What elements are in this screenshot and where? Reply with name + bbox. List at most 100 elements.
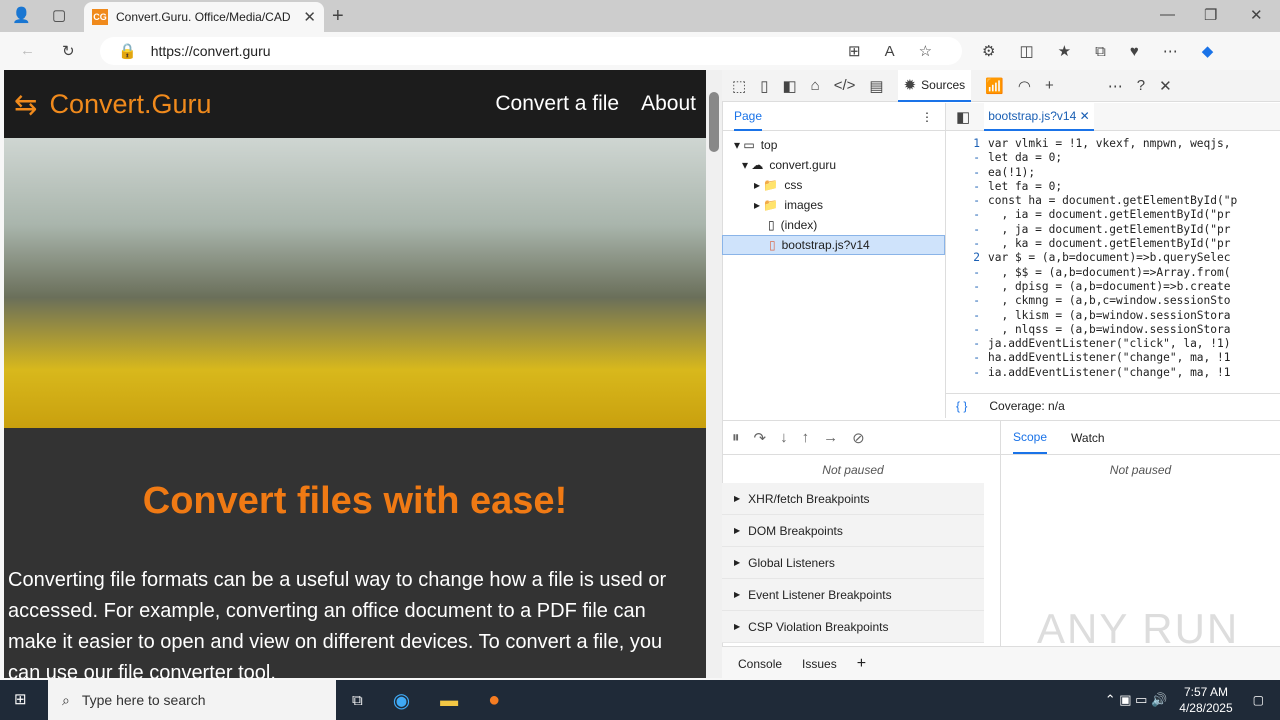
deactivate-breakpoints-icon[interactable]: ⊘ [852, 429, 865, 447]
page-scrollbar[interactable] [706, 70, 722, 678]
nav-convert[interactable]: Convert a file [495, 92, 619, 116]
step-icon[interactable]: → [823, 429, 838, 446]
welcome-icon[interactable]: ⌂ [811, 77, 820, 94]
pretty-print-icon[interactable]: { } [956, 399, 967, 413]
toggle-navigator-icon[interactable]: ◧ [956, 108, 970, 126]
device-icon[interactable]: ▯ [760, 77, 768, 95]
extensions-icon[interactable]: ⚙ [982, 42, 995, 60]
close-tab-icon[interactable]: ✕ [303, 8, 316, 26]
code-line: - , $$ = (a,b=document)=>Array.from( [946, 266, 1280, 280]
breakpoint-section[interactable]: ▶ CSP Violation Breakpoints [722, 611, 984, 643]
coverage-status: Coverage: n/a [989, 399, 1065, 413]
tab-strip: 👤 ▢ CG Convert.Guru. Office/Media/CAD ✕ … [0, 0, 1280, 32]
code-line: 2 var $ = (a,b=document)=>b.querySelec [946, 251, 1280, 265]
step-out-icon[interactable]: ↑ [802, 429, 810, 446]
file-explorer-icon[interactable]: ▬ [440, 690, 458, 711]
tree-css[interactable]: ▸ 📁 css [722, 175, 945, 195]
breakpoint-section[interactable]: ▶ Global Listeners [722, 547, 984, 579]
tree-index[interactable]: ▯ (index) [722, 215, 945, 235]
firefox-icon[interactable]: ● [488, 689, 500, 712]
tab-issues[interactable]: Issues [802, 657, 837, 671]
apps-icon[interactable]: ⊞ [848, 42, 861, 60]
code-editor[interactable]: ◧ bootstrap.js?v14 ✕ 1 var vlmki = !1, vk… [946, 102, 1280, 418]
code-text: ja.addEventListener("click", la, !1) [988, 337, 1231, 351]
maximize-icon[interactable]: ❐ [1204, 6, 1217, 24]
read-aloud-icon[interactable]: A [885, 42, 895, 60]
close-window-icon[interactable]: ✕ [1250, 6, 1263, 24]
browser-tab[interactable]: CG Convert.Guru. Office/Media/CAD ✕ [84, 2, 324, 32]
taskbar-search[interactable]: ⌕ Type here to search [48, 680, 336, 720]
lock-icon: 🔒 [118, 43, 137, 60]
minimize-icon[interactable]: — [1160, 6, 1175, 23]
tray-icons[interactable]: ⌃ ▣ ▭ 🔊 [1105, 692, 1167, 708]
split-screen-icon[interactable]: ◫ [1019, 42, 1033, 60]
edge-icon[interactable]: ◉ [393, 688, 410, 713]
tree-images[interactable]: ▸ 📁 images [722, 195, 945, 215]
tab-page[interactable]: Page [734, 103, 763, 131]
tab-actions-icon[interactable]: ▢ [52, 6, 66, 24]
inspect-icon[interactable]: ⬚ [732, 77, 746, 95]
tab-watch[interactable]: Watch [1071, 431, 1105, 445]
back-icon[interactable]: ← [20, 42, 35, 59]
breakpoint-section-label: CSP Violation Breakpoints [748, 619, 889, 634]
close-devtools-icon[interactable]: ✕ [1159, 77, 1172, 95]
line-number: - [973, 222, 980, 236]
webpage: ⇆ Convert.Guru Convert a file About Conver… [4, 70, 706, 678]
code-text: , ja = document.getElementById("pr [988, 222, 1231, 236]
code-text: var vlmki = !1, vkexf, nmpwn, weqjs, [988, 137, 1231, 150]
tree-domain[interactable]: ▾ ☁ convert.guru [722, 155, 945, 175]
dock-icon[interactable]: ◧ [782, 77, 796, 95]
code-text: let fa = 0; [988, 179, 1063, 193]
line-number: - [973, 194, 980, 208]
url-text: https://convert.guru [150, 43, 271, 59]
performance-tab-icon[interactable]: ◠ [1018, 77, 1031, 95]
collections-icon[interactable]: ⧉ [1095, 42, 1106, 60]
code-line: - ia.addEventListener("change", ma, !1 [946, 366, 1280, 380]
more-tools-icon[interactable]: + [1045, 77, 1054, 94]
clock[interactable]: 7:57 AM 4/28/2025 [1179, 684, 1232, 716]
favorites-icon[interactable]: ★ [1058, 42, 1071, 60]
performance-icon[interactable]: ♥ [1130, 42, 1139, 60]
start-icon[interactable]: ⊞ [14, 690, 27, 708]
new-tab-icon[interactable]: + [332, 5, 344, 28]
console-icon[interactable]: ▤ [869, 77, 883, 95]
elements-icon[interactable]: </> [834, 77, 856, 94]
nav-menu-icon[interactable]: ⋮ [921, 110, 933, 124]
help-icon[interactable]: ? [1137, 77, 1145, 94]
more-icon[interactable]: ⋯ [1163, 42, 1178, 60]
code-line: - , dpisg = (a,b=document)=>b.create [946, 280, 1280, 294]
favorite-icon[interactable]: ☆ [919, 42, 932, 60]
code-text: , ia = document.getElementById("pr [988, 208, 1231, 222]
notifications-icon[interactable]: ▢ [1253, 693, 1264, 707]
line-number: - [973, 365, 980, 379]
line-number: 2 [973, 251, 980, 265]
line-number: - [973, 322, 980, 336]
step-into-icon[interactable]: ↓ [780, 429, 788, 446]
tree-top[interactable]: ▾ ▭ top [722, 135, 945, 155]
tab-sources[interactable]: ✹ Sources [897, 69, 972, 102]
network-icon[interactable]: 📶 [985, 77, 1004, 95]
breakpoint-section[interactable]: ▶ DOM Breakpoints [722, 515, 984, 547]
hero-image [4, 138, 706, 428]
step-over-icon[interactable]: ↷ [754, 429, 767, 447]
nav-about[interactable]: About [641, 92, 696, 116]
add-drawer-tab-icon[interactable]: + [857, 655, 866, 673]
task-view-icon[interactable]: ⧉ [352, 692, 363, 709]
file-tab[interactable]: bootstrap.js?v14 ✕ [984, 102, 1094, 131]
breakpoint-section[interactable]: ▶ Event Listener Breakpoints [722, 579, 984, 611]
breakpoint-section[interactable]: ▶ XHR/fetch Breakpoints [722, 483, 984, 515]
tab-title: Convert.Guru. Office/Media/CAD [116, 10, 291, 24]
tab-scope[interactable]: Scope [1013, 422, 1048, 454]
code-line: - , ka = document.getElementById("pr [946, 237, 1280, 251]
copilot-icon[interactable]: ◆ [1202, 42, 1214, 60]
tree-bootstrap[interactable]: ▯ bootstrap.js?v14 [722, 235, 945, 255]
site-logo[interactable]: ⇆ Convert.Guru [14, 88, 212, 121]
site-header: ⇆ Convert.Guru Convert a file About [4, 70, 706, 138]
profile-icon[interactable]: 👤 [12, 6, 31, 24]
devtools-menu-icon[interactable]: ⋯ [1108, 77, 1123, 95]
code-text: , nlqss = (a,b=window.sessionStora [988, 322, 1231, 336]
refresh-icon[interactable]: ↻ [62, 42, 75, 60]
tab-console[interactable]: Console [738, 657, 782, 671]
pause-icon[interactable]: ⏸ [732, 429, 740, 446]
address-bar[interactable]: 🔒 https://convert.guru [100, 37, 962, 65]
